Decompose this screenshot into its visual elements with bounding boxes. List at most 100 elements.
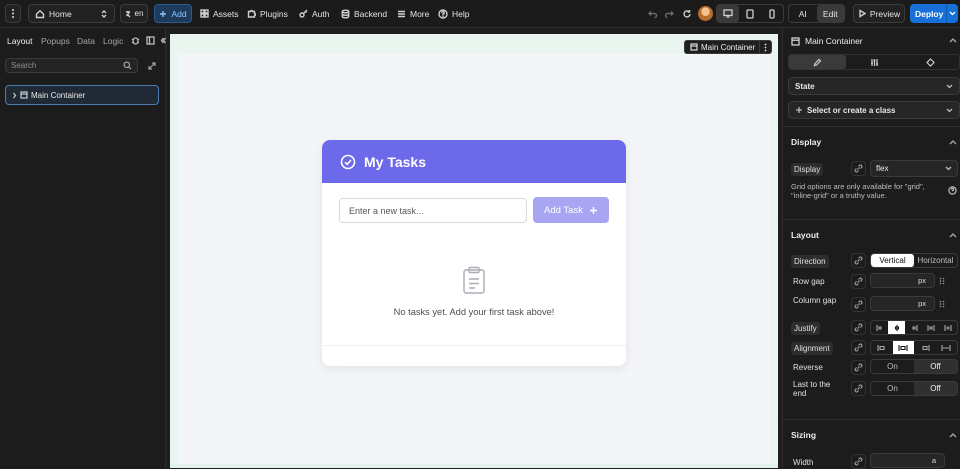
direction-horizontal[interactable]: Horizontal	[914, 254, 957, 267]
deploy-options-button[interactable]	[946, 4, 958, 23]
layer-tree-item[interactable]: Main Container	[5, 85, 159, 105]
left-panel-tabs: Layout Popups Data Logic	[0, 29, 166, 51]
deploy-button[interactable]: Deploy	[910, 4, 958, 23]
layout-section-title: Layout	[791, 230, 819, 240]
justify-start-button[interactable]	[871, 321, 888, 334]
tab-style[interactable]	[789, 55, 846, 69]
drag-handle-icon[interactable]	[939, 277, 945, 285]
todo-app-card: My Tasks Add Task No tasks yet. Add your…	[322, 140, 626, 366]
justify-center-button[interactable]	[888, 321, 906, 334]
ai-mode-tab[interactable]: AI	[789, 5, 817, 22]
help-button[interactable]: Help	[438, 4, 469, 23]
main-menu-button[interactable]	[5, 4, 21, 23]
sidebar-toggle-icon[interactable]	[146, 36, 155, 45]
element-menu-button[interactable]	[759, 41, 771, 53]
link-icon[interactable]	[851, 454, 866, 469]
display-value: flex	[876, 164, 889, 173]
add-button[interactable]: Add	[154, 4, 192, 23]
justify-end-icon	[905, 324, 922, 332]
add-task-button[interactable]: Add Task	[533, 197, 609, 223]
reverse-on[interactable]: On	[871, 360, 914, 373]
language-button[interactable]: en	[120, 4, 148, 23]
layer-search-input[interactable]: Search	[5, 58, 138, 73]
redo-button[interactable]	[664, 4, 674, 23]
key-icon	[299, 9, 308, 18]
new-task-input[interactable]	[339, 198, 527, 223]
align-center-button[interactable]	[892, 341, 915, 354]
link-icon[interactable]	[851, 320, 866, 335]
column-gap-label: Column gap	[793, 296, 837, 305]
tab-popups[interactable]: Popups	[41, 36, 70, 46]
tab-interactions[interactable]	[902, 55, 959, 69]
user-avatar[interactable]	[698, 6, 713, 21]
align-stretch-icon	[936, 344, 958, 352]
drag-handle-icon[interactable]	[939, 300, 945, 308]
refresh-button[interactable]	[682, 4, 692, 23]
justify-start-icon	[871, 324, 888, 332]
width-input[interactable]: a	[870, 453, 945, 468]
state-select[interactable]: State	[788, 77, 960, 95]
sliders-icon	[846, 58, 903, 67]
more-button[interactable]: More	[397, 4, 429, 23]
deploy-label: Deploy	[915, 8, 944, 19]
justify-label: Justify	[791, 322, 820, 335]
direction-vertical[interactable]: Vertical	[871, 254, 914, 267]
align-stretch-button[interactable]	[936, 341, 958, 354]
auth-button[interactable]: Auth	[299, 4, 330, 23]
align-end-button[interactable]	[914, 341, 936, 354]
sizing-section-title: Sizing	[791, 430, 817, 440]
link-icon[interactable]	[851, 253, 866, 268]
backend-button[interactable]: Backend	[341, 4, 387, 23]
clipboard-icon	[462, 266, 486, 294]
expand-icon[interactable]	[148, 62, 156, 70]
chevron-up-icon[interactable]	[949, 232, 957, 238]
help-icon[interactable]	[948, 186, 957, 195]
link-icon[interactable]	[851, 297, 866, 312]
tab-logic[interactable]: Logic	[103, 36, 123, 46]
plugins-button[interactable]: Plugins	[247, 4, 288, 23]
mobile-view-button[interactable]	[761, 5, 783, 22]
column-gap-input[interactable]: px	[870, 296, 935, 311]
selected-element-label[interactable]: Main Container	[684, 40, 772, 54]
link-icon[interactable]	[851, 161, 866, 176]
link-icon[interactable]	[851, 381, 866, 396]
last-to-end-on[interactable]: On	[871, 382, 914, 395]
tab-data[interactable]: Data	[77, 36, 95, 46]
tablet-view-button[interactable]	[739, 5, 761, 22]
chevron-up-icon[interactable]	[949, 139, 957, 145]
alignment-label: Alignment	[791, 342, 833, 355]
page-selector[interactable]: Home	[28, 4, 115, 23]
plus-icon	[589, 206, 598, 215]
app-title: My Tasks	[364, 153, 426, 170]
justify-around-button[interactable]	[940, 321, 957, 334]
last-to-end-off[interactable]: Off	[914, 382, 957, 395]
undo-button[interactable]	[648, 4, 658, 23]
desktop-view-button[interactable]	[717, 5, 739, 22]
justify-between-button[interactable]	[923, 321, 940, 334]
edit-mode-tab[interactable]: Edit	[816, 5, 844, 22]
row-gap-input[interactable]: px	[870, 273, 935, 288]
alignment-options	[870, 340, 958, 355]
link-icon[interactable]	[851, 360, 866, 375]
align-center-icon	[893, 344, 915, 352]
align-start-button[interactable]	[871, 341, 893, 354]
bug-icon[interactable]	[131, 36, 140, 45]
row-gap-unit: px	[918, 276, 926, 285]
reverse-off[interactable]: Off	[914, 360, 957, 373]
collapse-left-icon[interactable]	[160, 36, 166, 45]
link-icon[interactable]	[851, 274, 866, 289]
tab-layout[interactable]: Layout	[7, 36, 33, 46]
class-select[interactable]: Select or create a class	[788, 101, 960, 119]
display-select[interactable]: flex	[870, 160, 958, 177]
assets-button[interactable]: Assets	[200, 4, 239, 23]
plugins-label: Plugins	[260, 8, 288, 19]
backend-label: Backend	[354, 8, 388, 19]
preview-button[interactable]: Preview	[853, 4, 905, 23]
link-icon[interactable]	[851, 340, 866, 355]
chevron-up-icon[interactable]	[949, 37, 957, 43]
justify-end-button[interactable]	[905, 321, 922, 334]
tab-settings[interactable]	[846, 55, 903, 69]
diamond-icon	[902, 57, 959, 67]
chevron-up-icon[interactable]	[949, 432, 957, 438]
translate-icon	[125, 10, 131, 18]
